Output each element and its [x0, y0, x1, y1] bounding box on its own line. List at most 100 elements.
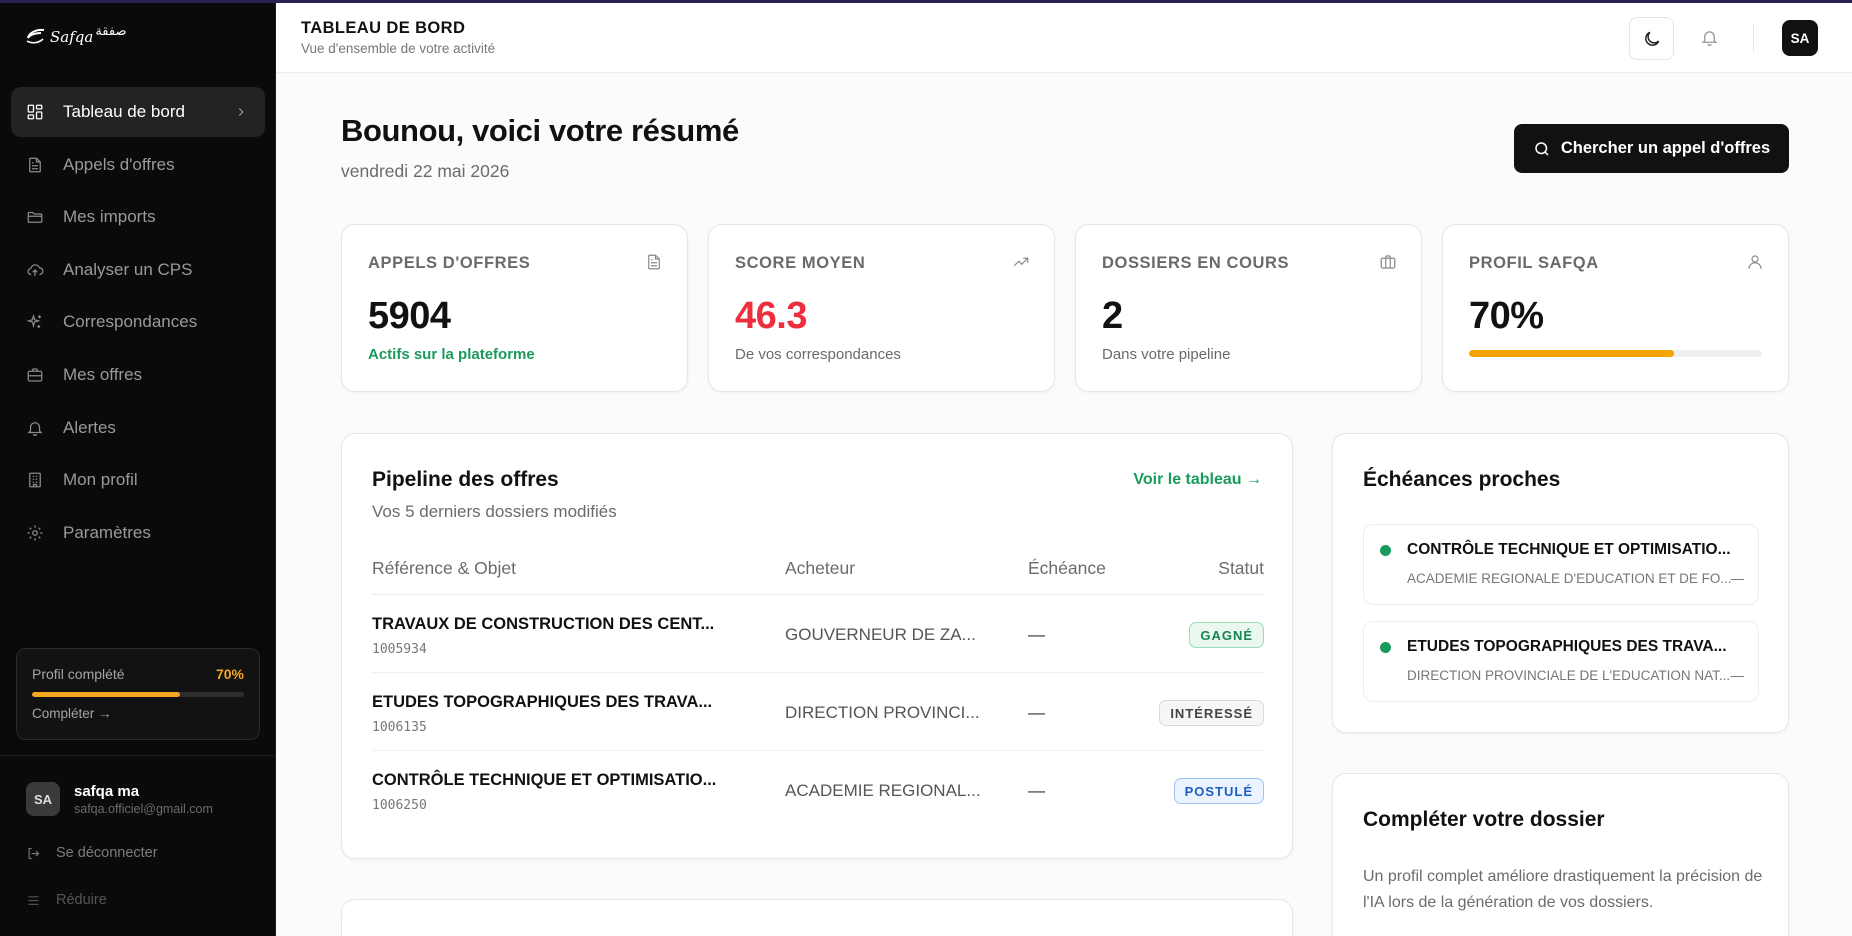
avatar-button[interactable]: SA [1782, 20, 1818, 56]
top-header: TABLEAU DE BORD Vue d'ensemble de votre … [276, 3, 1852, 73]
stat-card-score-moyen[interactable]: SCORE MOYEN 46.3 De vos correspondances [708, 224, 1055, 392]
menu-icon [28, 895, 39, 905]
row-buyer: DIRECTION PROVINCI... [785, 703, 980, 722]
column-header-reference: Référence & Objet [372, 558, 516, 578]
document-icon [645, 253, 663, 271]
deadline-item-date: — [1730, 571, 1745, 586]
search-tender-button[interactable]: Chercher un appel d'offres [1514, 124, 1789, 173]
current-date: vendredi 22 mai 2026 [341, 161, 510, 181]
sidebar-item-analyser-cps[interactable]: Analyser un CPS [11, 245, 265, 295]
pipeline-title: Pipeline des offres [372, 468, 559, 491]
complete-profile-link[interactable]: Compléter → [32, 706, 112, 721]
profile-progress-fill [1469, 350, 1675, 357]
document-icon [26, 156, 44, 174]
notifications-button[interactable] [1697, 25, 1721, 49]
sidebar-item-appels-doffres[interactable]: Appels d'offres [11, 140, 265, 190]
deadline-item-title: CONTRÔLE TECHNIQUE ET OPTIMISATIO... [1407, 541, 1731, 558]
stat-label: DOSSIERS EN COURS [1102, 254, 1290, 272]
sidebar-item-label: Correspondances [63, 312, 198, 332]
collapse-label: Réduire [56, 892, 107, 908]
logo-arabic-text: صفقة [95, 23, 127, 38]
sidebar-item-label: Alertes [63, 417, 116, 437]
table-row[interactable]: ETUDES TOPOGRAPHIQUES DES TRAVA... 10061… [372, 673, 1264, 751]
row-buyer: ACADEMIE REGIONAL... [785, 781, 981, 800]
column-header-statut: Statut [1218, 558, 1264, 578]
table-row[interactable]: TRAVAUX DE CONSTRUCTION DES CENT... 1005… [372, 595, 1264, 673]
folder-icon [26, 208, 44, 226]
row-title: ETUDES TOPOGRAPHIQUES DES TRAVA... [372, 693, 713, 711]
search-icon [1535, 141, 1549, 156]
page-title: TABLEAU DE BORD [301, 19, 466, 37]
complete-dossier-title: Compléter votre dossier [1363, 808, 1605, 831]
next-section-card [341, 899, 1293, 936]
table-row[interactable]: CONTRÔLE TECHNIQUE ET OPTIMISATIO... 100… [372, 751, 1264, 829]
building-icon [26, 471, 44, 489]
collapse-sidebar-button[interactable]: Réduire [26, 890, 107, 910]
logo-swoosh-icon [26, 28, 45, 44]
user-info[interactable]: SA safqa ma safqa.officiel@gmail.com [26, 782, 213, 816]
row-deadline: — [1028, 625, 1045, 644]
stat-value: 2 [1102, 295, 1123, 337]
stat-value: 70% [1469, 295, 1544, 337]
row-buyer: GOUVERNEUR DE ZA... [785, 625, 976, 644]
logout-icon [28, 847, 40, 859]
view-board-link[interactable]: Voir le tableau → [1133, 471, 1262, 489]
sidebar-item-label: Tableau de bord [63, 102, 185, 121]
profile-progress-percent: 70% [215, 666, 244, 682]
stat-sub: Actifs sur la plateforme [368, 346, 535, 363]
sidebar-item-alertes[interactable]: Alertes [11, 403, 265, 453]
complete-dossier-text: Un profil complet améliore drastiquement… [1363, 868, 1763, 911]
safqa-logo[interactable]: Safqa صفقة [24, 22, 127, 52]
row-reference: 1005934 [372, 642, 427, 657]
stat-sub: Dans votre pipeline [1102, 346, 1231, 363]
logout-button[interactable]: Se déconnecter [26, 843, 158, 863]
stat-value: 5904 [368, 295, 451, 337]
sidebar-item-label: Mon profil [63, 470, 138, 490]
trending-up-icon [1012, 253, 1030, 271]
theme-toggle-button[interactable] [1629, 17, 1674, 60]
stat-card-appels-doffres[interactable]: APPELS D'OFFRES 5904 Actifs sur la plate… [341, 224, 688, 392]
profile-progress-fill [32, 692, 181, 697]
sidebar-item-mes-offres[interactable]: Mes offres [11, 350, 265, 400]
row-title: CONTRÔLE TECHNIQUE ET OPTIMISATIO... [372, 771, 717, 789]
sidebar-item-label: Appels d'offres [63, 154, 175, 174]
gear-icon [26, 524, 44, 542]
profile-progress-bar [32, 692, 244, 697]
stat-sub: De vos correspondances [735, 346, 901, 363]
page-subtitle: Vue d'ensemble de votre activité [301, 41, 496, 56]
sidebar-item-label: Mes offres [63, 364, 143, 384]
sidebar-item-mon-profil[interactable]: Mon profil [11, 455, 265, 505]
column-header-echeance: Échéance [1028, 558, 1106, 578]
deadline-item-buyer: ACADEMIE REGIONALE D'EDUCATION ET DE FO.… [1407, 571, 1732, 586]
grid-icon [26, 103, 44, 121]
profile-progress-label: Profil complété [32, 666, 125, 682]
stat-card-dossiers-en-cours[interactable]: DOSSIERS EN COURS 2 Dans votre pipeline [1075, 224, 1422, 392]
deadline-item[interactable]: ETUDES TOPOGRAPHIQUES DES TRAVA... DIREC… [1363, 621, 1759, 702]
sidebar-item-label: Mes imports [63, 207, 156, 227]
deadline-item-date: — [1730, 668, 1745, 683]
top-accent-line [0, 0, 1852, 3]
status-badge: POSTULÉ [1173, 778, 1264, 804]
sidebar-item-tableau-de-bord[interactable]: Tableau de bord [11, 87, 265, 137]
sparkles-icon [26, 313, 44, 331]
sidebar-nav: Tableau de bord Appels d'offres Mes impo… [11, 87, 265, 560]
status-dot [1380, 642, 1391, 653]
sidebar-item-parametres[interactable]: Paramètres [11, 508, 265, 558]
row-deadline: — [1028, 781, 1045, 800]
stat-card-profil-safqa[interactable]: PROFIL SAFQA 70% [1442, 224, 1789, 392]
stat-value: 46.3 [735, 295, 807, 337]
user-email: safqa.officiel@gmail.com [74, 801, 213, 816]
deadline-item-title: ETUDES TOPOGRAPHIQUES DES TRAVA... [1407, 638, 1727, 655]
deadline-item[interactable]: CONTRÔLE TECHNIQUE ET OPTIMISATIO... ACA… [1363, 524, 1759, 605]
greeting-heading: Bounou, voici votre résumé [341, 113, 739, 148]
upload-cloud-icon [26, 261, 44, 279]
briefcase-icon [1379, 253, 1397, 271]
sidebar-item-mes-imports[interactable]: Mes imports [11, 192, 265, 242]
status-badge: GAGNÉ [1189, 622, 1264, 648]
user-icon [1746, 253, 1764, 271]
sidebar-item-correspondances[interactable]: Correspondances [11, 297, 265, 347]
row-reference: 1006135 [372, 720, 427, 735]
row-reference: 1006250 [372, 798, 427, 813]
deadlines-title: Échéances proches [1363, 468, 1561, 491]
pipeline-subtitle: Vos 5 derniers dossiers modifiés [372, 502, 617, 521]
